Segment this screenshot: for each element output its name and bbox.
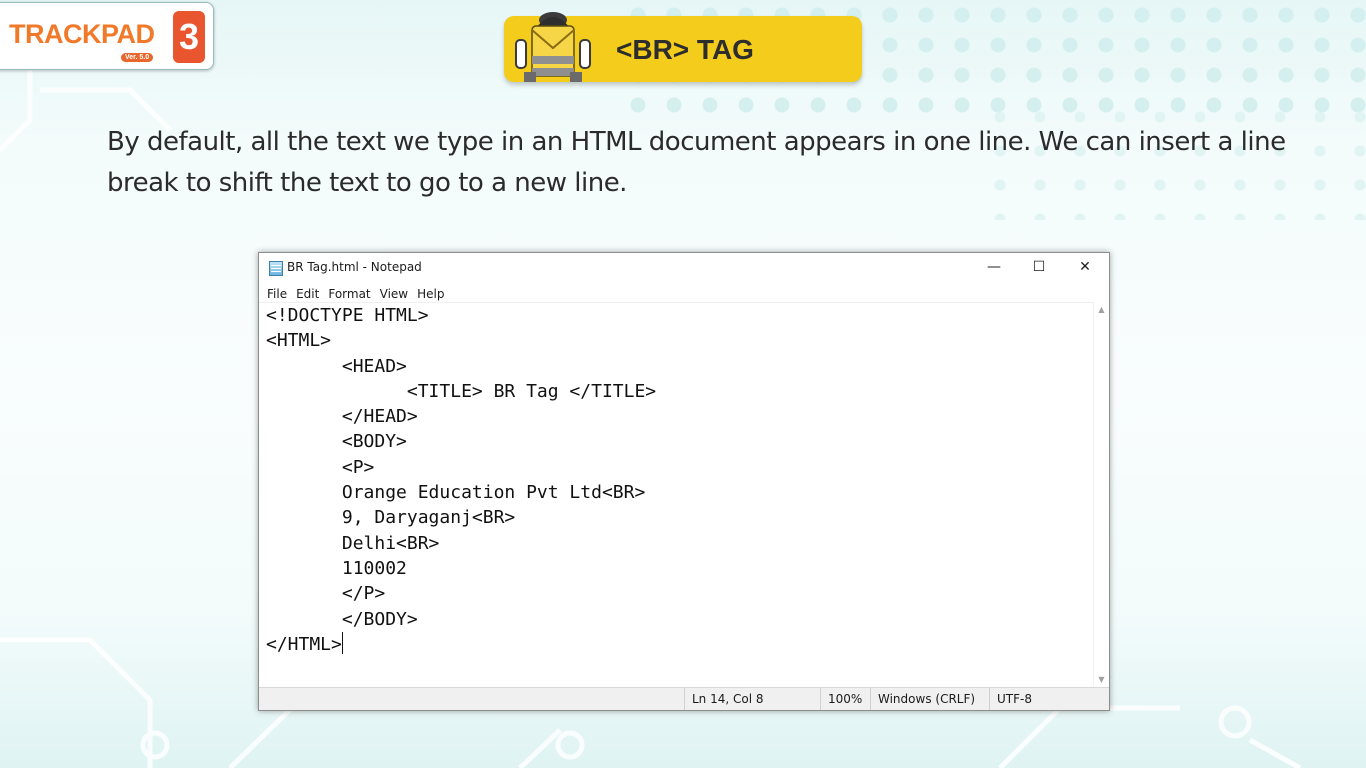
code-line: </P>	[266, 583, 386, 605]
vertical-scrollbar[interactable]: ▲ ▼	[1093, 302, 1109, 687]
robot-mascot-icon	[515, 12, 591, 82]
status-encoding: UTF-8	[989, 688, 1107, 710]
code-line: <HEAD>	[266, 355, 407, 377]
status-zoom: 100%	[820, 688, 870, 710]
code-line: Orange Education Pvt Ltd<BR>	[266, 482, 646, 504]
code-line: </BODY>	[266, 608, 418, 630]
menu-bar: File Edit Format View Help	[259, 283, 1109, 301]
scroll-down-arrow-icon[interactable]: ▼	[1097, 675, 1106, 684]
status-bar: Ln 14, Col 8 100% Windows (CRLF) UTF-8	[259, 687, 1109, 710]
code-line: Delhi<BR>	[266, 532, 440, 554]
logo-text: TRACKPAD	[9, 19, 155, 49]
menu-edit[interactable]: Edit	[292, 285, 323, 303]
status-cursor-position: Ln 14, Col 8	[684, 688, 818, 710]
menu-format[interactable]: Format	[324, 285, 374, 303]
notepad-icon	[269, 261, 283, 276]
code-line: 9, Daryaganj<BR>	[266, 507, 516, 529]
window-titlebar[interactable]: BR Tag.html - Notepad — ☐ ✕	[259, 253, 1109, 282]
status-line-ending: Windows (CRLF)	[870, 688, 988, 710]
window-title: BR Tag.html - Notepad	[287, 260, 422, 274]
banner-title: <BR> TAG	[616, 34, 754, 65]
code-line: 110002	[266, 557, 407, 579]
text-editor[interactable]: <!DOCTYPE HTML> <HTML> <HEAD> <TITLE> BR…	[259, 302, 1093, 688]
intro-paragraph: By default, all the text we type in an H…	[107, 127, 1286, 198]
trackpad-logo: TRACKPAD Ver. 5.0 3	[0, 2, 214, 70]
code-line: <TITLE> BR Tag </TITLE>	[266, 380, 657, 402]
scroll-up-arrow-icon[interactable]: ▲	[1097, 305, 1106, 314]
menu-file[interactable]: File	[263, 285, 291, 303]
code-line: <!DOCTYPE HTML>	[266, 305, 429, 326]
maximize-button[interactable]: ☐	[1016, 253, 1062, 282]
title-banner: <BR> TAG	[504, 12, 862, 82]
close-button[interactable]: ✕	[1062, 253, 1108, 282]
menu-view[interactable]: View	[376, 285, 412, 303]
notepad-window[interactable]: BR Tag.html - Notepad — ☐ ✕ File Edit Form…	[258, 252, 1110, 711]
code-content: <!DOCTYPE HTML> <HTML> <HEAD> <TITLE> BR…	[259, 303, 1093, 657]
code-line: <BODY>	[266, 431, 407, 453]
code-line: </HTML>	[266, 633, 342, 655]
code-line: <P>	[266, 456, 375, 478]
menu-help[interactable]: Help	[413, 285, 448, 303]
minimize-button[interactable]: —	[971, 253, 1017, 282]
code-line: <HTML>	[266, 330, 332, 352]
text-caret	[341, 631, 343, 654]
logo-version: Ver. 5.0	[121, 53, 154, 62]
logo-badge: 3	[173, 11, 205, 63]
code-line: </HEAD>	[266, 406, 418, 428]
